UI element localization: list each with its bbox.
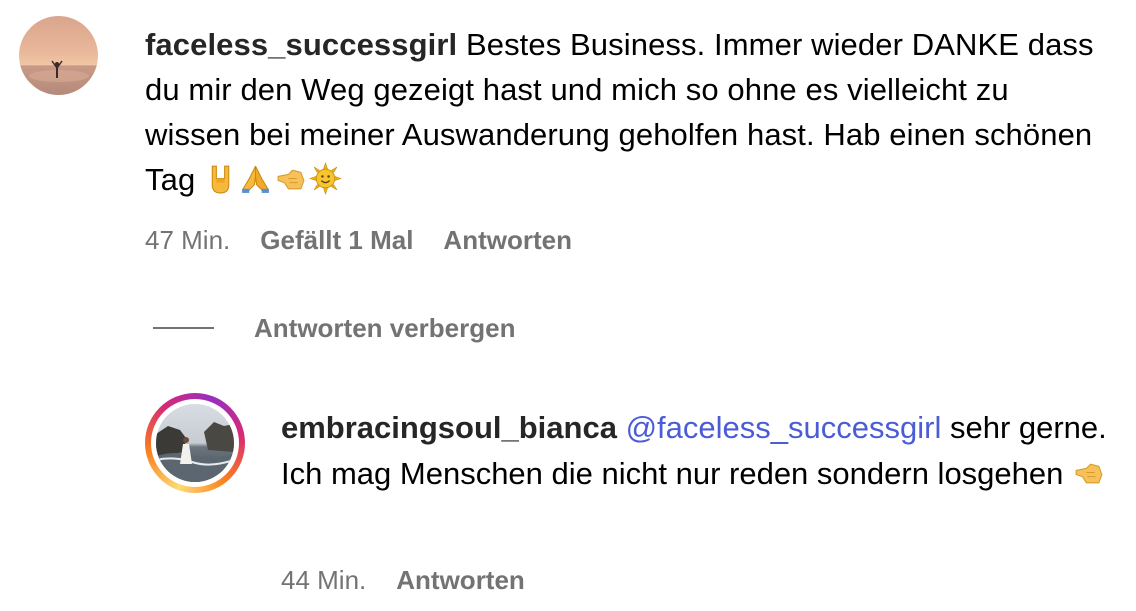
story-ring-avatar[interactable] bbox=[145, 393, 245, 493]
reply-button[interactable]: Antworten bbox=[396, 565, 525, 596]
avatar-photo bbox=[19, 16, 98, 95]
avatar-photo bbox=[156, 404, 234, 482]
hide-replies-label: Antworten verbergen bbox=[254, 312, 516, 343]
hide-replies-button[interactable]: Antworten verbergen bbox=[153, 308, 516, 348]
sun-with-face-icon bbox=[309, 162, 342, 195]
backhand-pointing-left-icon bbox=[1075, 463, 1103, 484]
comment-text: faceless_successgirl Bestes Business. Im… bbox=[145, 22, 1105, 202]
comment-username[interactable]: faceless_successgirl bbox=[145, 27, 457, 62]
backhand-pointing-left-icon bbox=[277, 169, 305, 190]
divider-line bbox=[153, 327, 214, 329]
avatar[interactable] bbox=[19, 16, 98, 95]
reply-timestamp: 44 Min. bbox=[281, 564, 367, 595]
comment-timestamp: 47 Min. bbox=[145, 224, 231, 255]
comment-item: faceless_successgirl Bestes Business. Im… bbox=[0, 0, 1136, 270]
sign-of-the-horns-icon bbox=[211, 165, 230, 194]
reply-button[interactable]: Antworten bbox=[443, 225, 572, 256]
reply-text: embracingsoul_bianca @faceless_successgi… bbox=[281, 405, 1126, 497]
reply-username[interactable]: embracingsoul_bianca bbox=[281, 410, 617, 445]
folded-hands-icon bbox=[242, 165, 269, 193]
mention-link[interactable]: @faceless_successgirl bbox=[626, 410, 942, 445]
likes-count-link[interactable]: Gefällt 1 Mal bbox=[260, 225, 413, 256]
comment-meta: 47 Min. Gefällt 1 Mal Antworten bbox=[145, 222, 572, 258]
avatar bbox=[156, 404, 234, 482]
avatar-ring-gap bbox=[151, 399, 239, 487]
reply-meta: 44 Min. Antworten bbox=[281, 562, 525, 598]
